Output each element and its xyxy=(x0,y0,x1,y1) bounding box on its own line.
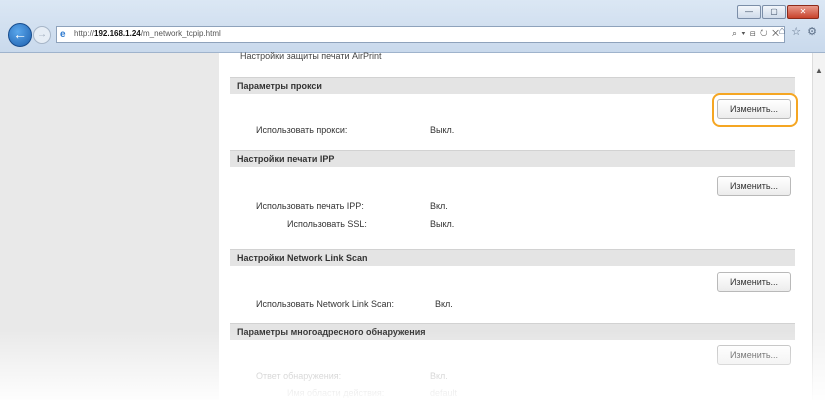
scroll-up-icon[interactable]: ▲ xyxy=(815,66,823,75)
navigation-bar: ← → e http://192.168.1.24/m_network_tcpi… xyxy=(0,20,825,48)
use-network-link-scan-label: Использовать Network Link Scan: xyxy=(256,299,394,309)
close-window-button[interactable]: ✕ xyxy=(787,5,819,19)
use-proxy-label: Использовать прокси: xyxy=(256,125,348,135)
section-header-network-link-scan: Настройки Network Link Scan xyxy=(230,249,795,266)
back-arrow-icon[interactable]: ← xyxy=(8,23,32,47)
proxy-edit-button[interactable]: Изменить... xyxy=(717,99,791,119)
browser-chrome: — ▢ ✕ ← → e http://192.168.1.24/m_networ… xyxy=(0,0,825,53)
home-icon[interactable]: ⌂ xyxy=(779,25,786,38)
settings-content: Настройки защиты печати AirPrint Парамет… xyxy=(230,51,798,400)
maximize-button[interactable]: ▢ xyxy=(762,5,786,19)
airprint-security-heading-partial: Настройки защиты печати AirPrint xyxy=(240,51,382,61)
use-ssl-value: Выкл. xyxy=(430,219,455,229)
scope-name-value: default xyxy=(430,388,458,398)
forward-arrow-icon[interactable]: → xyxy=(33,26,51,44)
url-text: http://192.168.1.24/m_network_tcpip.html xyxy=(74,29,221,38)
browser-icons: ⌂ ☆ ⚙ xyxy=(779,25,817,38)
use-network-link-scan-value: Вкл. xyxy=(435,299,453,309)
minimize-button[interactable]: — xyxy=(737,5,761,19)
use-ipp-label: Использовать печать IPP: xyxy=(256,201,364,211)
window-controls: — ▢ ✕ xyxy=(737,5,819,19)
multicast-discovery-edit-button[interactable]: Изменить... xyxy=(717,345,791,365)
use-proxy-value: Выкл. xyxy=(430,125,455,135)
favorites-star-icon[interactable]: ☆ xyxy=(791,25,801,38)
section-header-multicast-discovery: Параметры многоадресного обнаружения xyxy=(230,323,795,340)
section-header-proxy: Параметры прокси xyxy=(230,77,795,94)
scope-name-label: Имя области действия: xyxy=(287,388,385,398)
use-ipp-value: Вкл. xyxy=(430,201,448,211)
discovery-response-label: Ответ обнаружения: xyxy=(256,371,342,381)
ie-page-icon: e xyxy=(60,29,66,40)
use-ssl-label: Использовать SSL: xyxy=(287,219,367,229)
address-tools[interactable]: ⌕ ▾ ⊟ ↻ ✕ xyxy=(732,28,780,39)
discovery-response-value: Вкл. xyxy=(430,371,448,381)
network-link-scan-edit-button[interactable]: Изменить... xyxy=(717,272,791,292)
ipp-edit-button[interactable]: Изменить... xyxy=(717,176,791,196)
address-bar[interactable]: e http://192.168.1.24/m_network_tcpip.ht… xyxy=(56,26,785,43)
left-navigation-pane xyxy=(0,53,219,400)
vertical-scrollbar[interactable]: ▲ xyxy=(812,53,825,400)
section-header-ipp: Настройки печати IPP xyxy=(230,150,795,167)
settings-gear-icon[interactable]: ⚙ xyxy=(807,25,817,38)
